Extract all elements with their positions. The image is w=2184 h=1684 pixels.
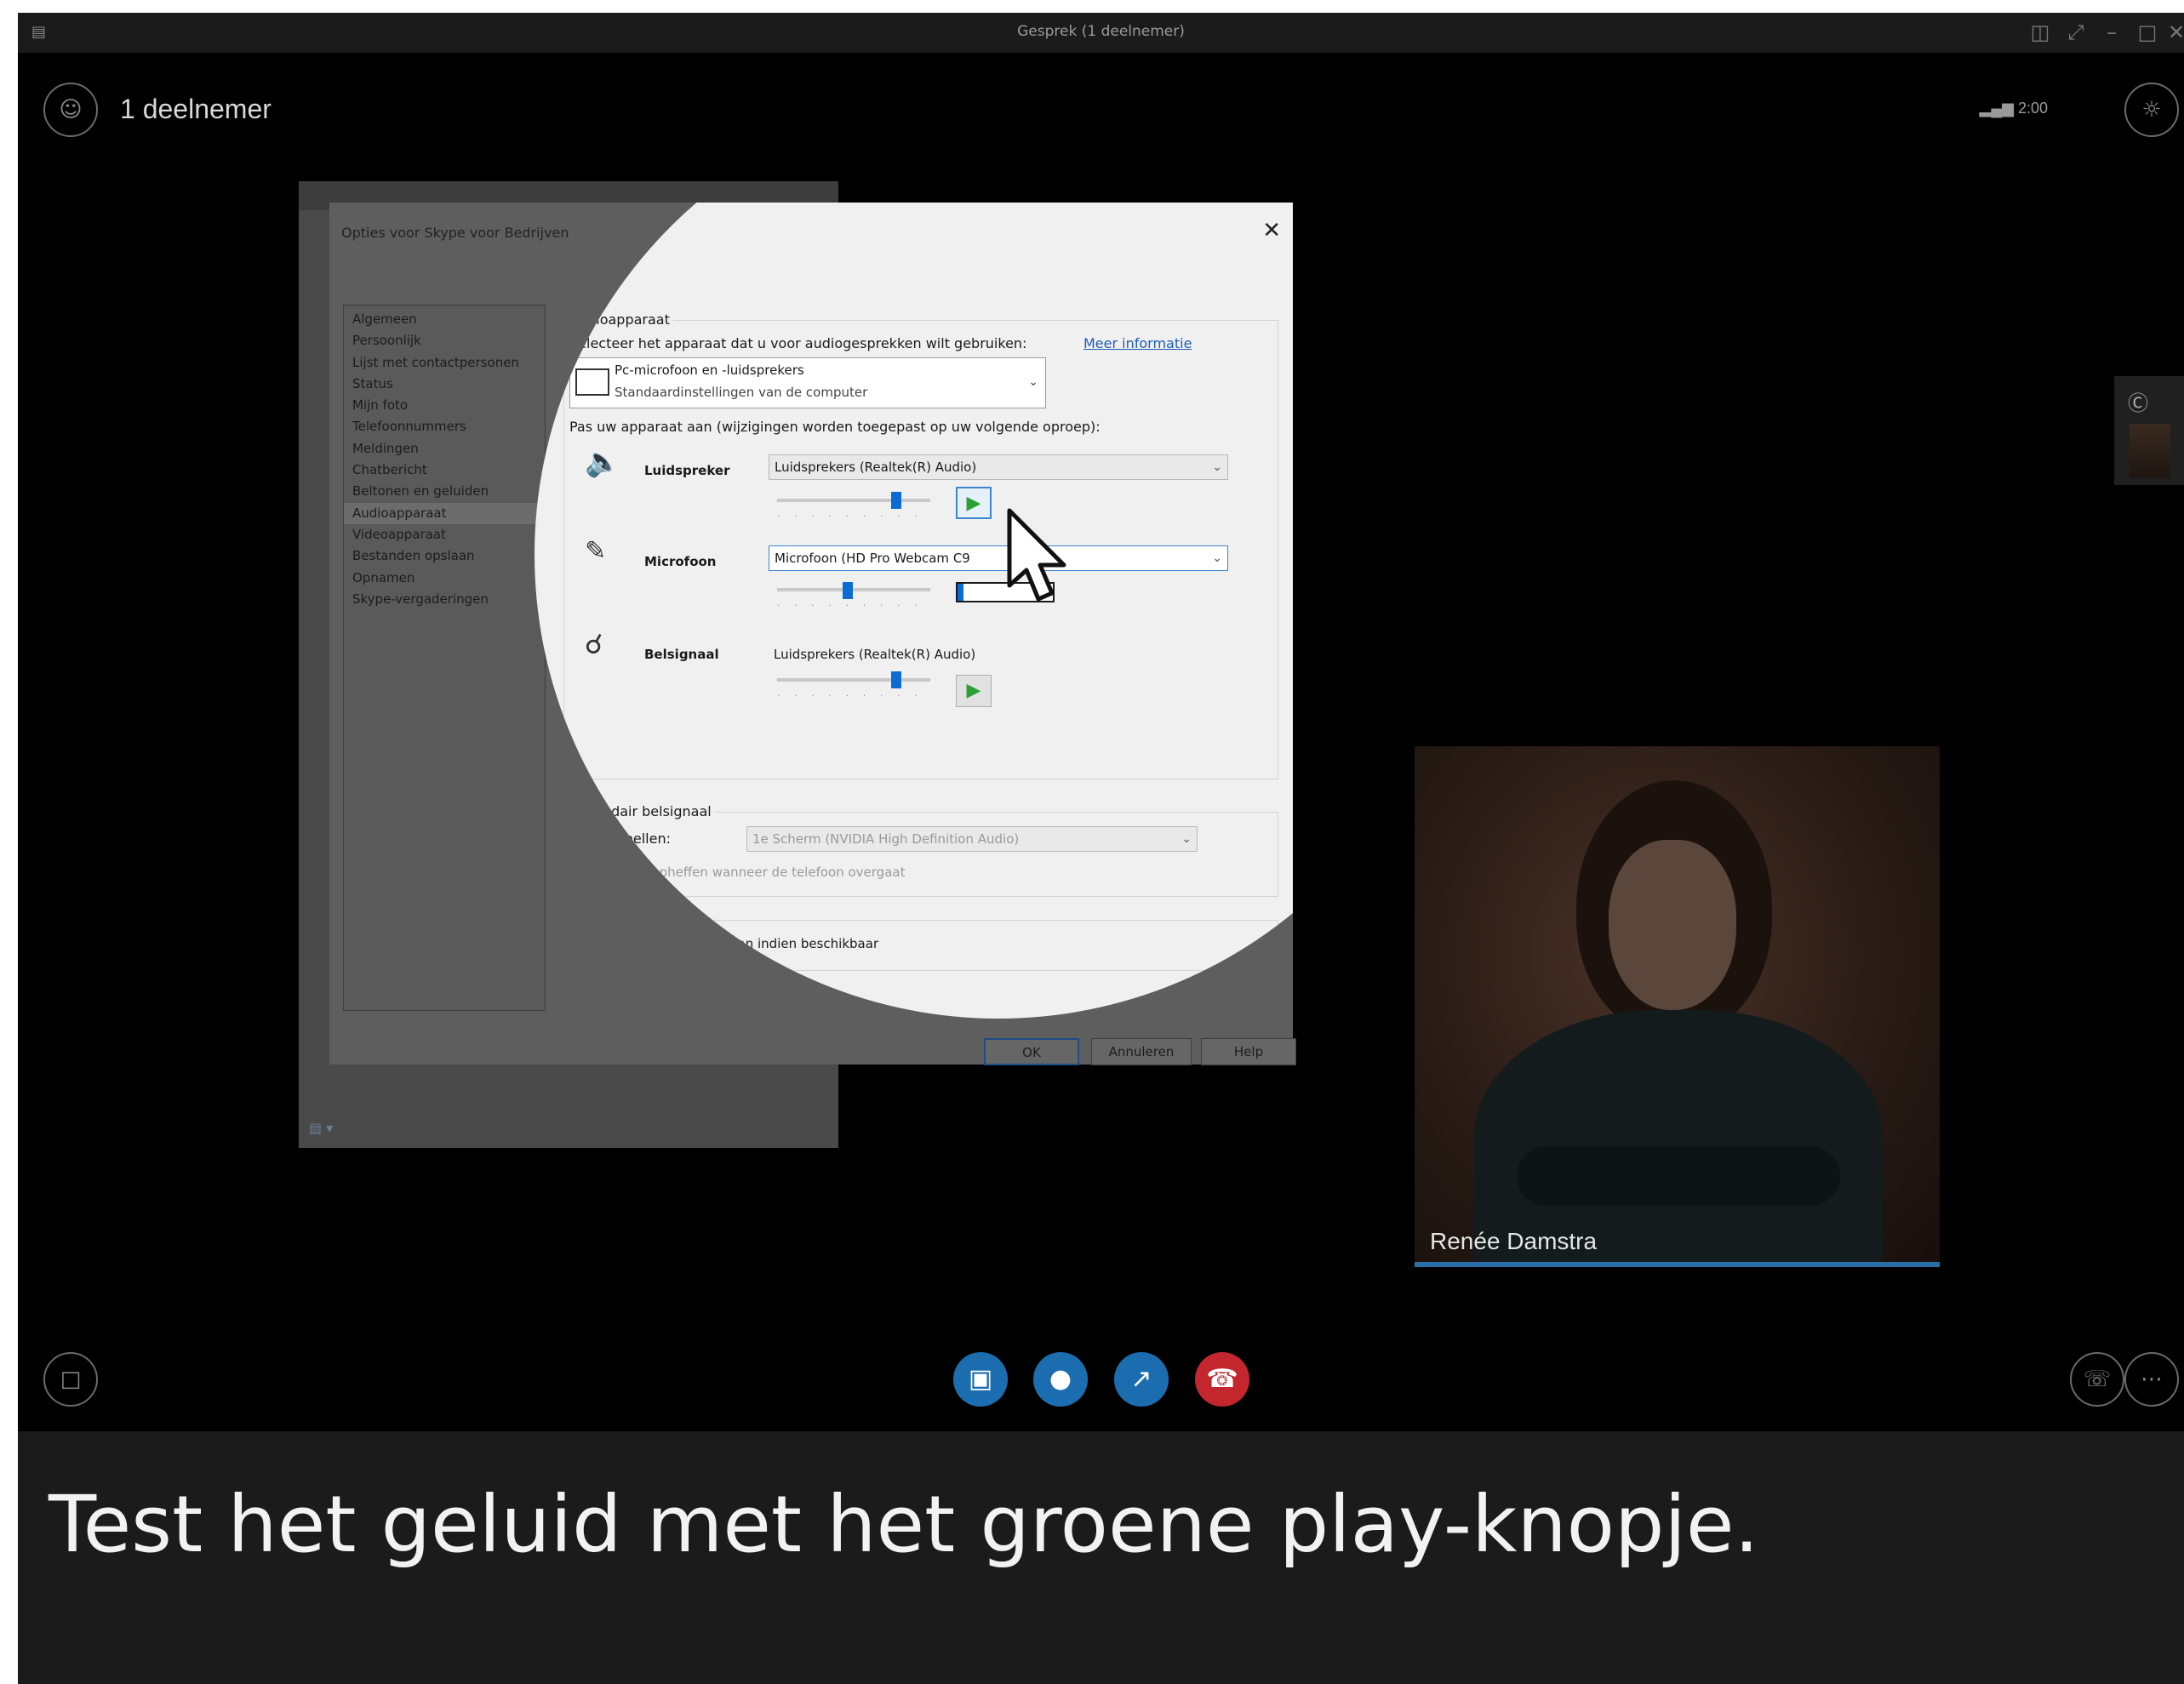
microphone-volume-slider[interactable]: [842, 582, 853, 599]
participants-icon[interactable]: ☺: [43, 83, 98, 137]
window-title: Gesprek (1 deelnemer): [1017, 23, 1185, 40]
customize-text: Pas uw apparaat aan (wijzigingen worden …: [569, 419, 1101, 435]
self-thumbnail: [2130, 424, 2170, 478]
video-button[interactable]: ▣: [953, 1352, 1008, 1407]
ringer-label: Belsignaal: [644, 647, 719, 662]
ok-button[interactable]: OK: [984, 1038, 1079, 1065]
speaker-volume-slider[interactable]: [891, 492, 902, 509]
call-controls-icon[interactable]: ☏: [2070, 1352, 2124, 1407]
category-item[interactable]: Meldingen: [344, 438, 545, 460]
category-item[interactable]: Skype-vergaderingen: [344, 589, 545, 610]
title-bar: ▤ Gesprek (1 deelnemer) ◫ ⤢ – □ ✕: [18, 13, 2184, 53]
share-screen-icon: ↗: [1130, 1364, 1152, 1394]
share-screen-button[interactable]: ↗: [1114, 1352, 1169, 1407]
minimize-button[interactable]: –: [2095, 20, 2128, 44]
bell-icon: ☌: [585, 628, 603, 660]
spotlight: ✕ Audioapparaat Selecteer het apparaat d…: [535, 91, 1462, 1019]
speaker-icon: 🔈: [585, 445, 621, 479]
stereo-group-label: Stereo afspelen: [569, 911, 680, 928]
category-item[interactable]: Mijn foto: [344, 395, 545, 416]
microphone-select[interactable]: Microfoon (HD Pro Webcam C9 ⌄: [769, 545, 1228, 571]
chevron-down-icon: ⌄: [1212, 460, 1222, 474]
speaker-play-button[interactable]: ▶: [956, 487, 992, 519]
signal-quality: ▂▄▆ 2:00: [1979, 100, 2048, 117]
play-icon: ▶: [966, 680, 981, 701]
category-item[interactable]: Status: [344, 374, 545, 395]
close-icon[interactable]: ✕: [1262, 218, 1281, 243]
device-name: Pc-microfoon en -luidsprekers: [615, 362, 804, 378]
speaker-volume-track: [777, 499, 930, 502]
call-settings-icon[interactable]: ☼: [2124, 83, 2179, 137]
microphone-button[interactable]: ●: [1033, 1352, 1088, 1407]
category-item[interactable]: Persoonlijk: [344, 330, 545, 351]
chat-icon[interactable]: □: [43, 1352, 98, 1407]
roster-tab[interactable]: Ⓒ: [2114, 376, 2184, 485]
also-ring-label: Ook bellen:: [593, 831, 671, 847]
chevron-down-icon: ⌄: [1181, 832, 1192, 846]
chevron-down-icon: ⌄: [1212, 551, 1222, 565]
category-item[interactable]: Opnamen: [344, 568, 545, 589]
caption-text: Test het geluid met het groene play-knop…: [49, 1479, 1759, 1570]
also-ring-checkbox[interactable]: [572, 831, 587, 846]
audio-device-select[interactable]: Pc-microfoon en -luidsprekers Standaardi…: [569, 357, 1046, 408]
video-icon: ▣: [968, 1364, 993, 1394]
chevron-down-icon: ⌄: [1028, 375, 1038, 389]
computer-audio-icon: [575, 368, 609, 396]
microphone-label: Microfoon: [644, 554, 717, 569]
unmute-label: Dempen opheffen wanneer de telefoon over…: [593, 865, 906, 880]
ringer-device: Luidsprekers (Realtek(R) Audio): [774, 647, 976, 662]
category-item[interactable]: Beltonen en geluiden: [344, 481, 545, 502]
remote-video: Renée Damstra: [1415, 746, 1940, 1267]
hangup-button[interactable]: ☎: [1195, 1352, 1249, 1407]
category-item[interactable]: Telefoonnummers: [344, 416, 545, 437]
device-subtitle: Standaardinstellingen van de computer: [615, 385, 868, 400]
hangup-icon: ☎: [1206, 1364, 1238, 1394]
more-info-link[interactable]: Meer informatie: [1083, 335, 1192, 351]
category-list: Algemeen Persoonlijk Lijst met contactpe…: [343, 305, 546, 1011]
category-item[interactable]: Lijst met contactpersonen: [344, 352, 545, 374]
stereo-checkbox[interactable]: ✓: [572, 936, 587, 951]
microphone-icon: ●: [1049, 1364, 1072, 1394]
layout-icon[interactable]: ◫: [2024, 20, 2056, 44]
remote-speaking-bar: [1415, 1262, 1940, 1267]
play-icon: ▶: [966, 493, 981, 514]
category-item[interactable]: Bestanden opslaan: [344, 545, 545, 567]
speaker-select[interactable]: Luidsprekers (Realtek(R) Audio) ⌄: [769, 454, 1228, 480]
cancel-button[interactable]: Annuleren: [1091, 1038, 1192, 1065]
more-options-icon[interactable]: ⋯: [2124, 1352, 2179, 1407]
ringer-volume-track: [777, 678, 930, 682]
mouse-pointer-icon: [1007, 508, 1066, 602]
maximize-button[interactable]: □: [2131, 20, 2164, 44]
skype-status-icon[interactable]: ▤ ▾: [309, 1120, 333, 1136]
unmute-checkbox[interactable]: [572, 865, 587, 880]
signal-icon: ▂▄▆: [1979, 100, 2014, 117]
secondary-ringer-label: Secundair belsignaal: [569, 803, 715, 819]
microphone-volume-track: [777, 588, 930, 591]
caption-bar: Test het geluid met het groene play-knop…: [18, 1431, 2184, 1684]
category-item[interactable]: Videoapparaat: [344, 524, 545, 545]
ringer-play-button[interactable]: ▶: [956, 675, 992, 707]
stereo-checkbox-label: Stereo afspelen toestaan indien beschikb…: [593, 936, 879, 951]
microphone-icon: ✎: [585, 536, 607, 566]
ringer-volume-slider[interactable]: [891, 671, 902, 688]
select-device-text: Selecteer het apparaat dat u voor audiog…: [569, 335, 1027, 351]
audio-group-label: Audioapparaat: [569, 311, 673, 328]
fullscreen-icon[interactable]: ⤢: [2060, 20, 2092, 44]
category-item-selected[interactable]: Audioapparaat: [344, 502, 545, 524]
close-button[interactable]: ✕: [2160, 20, 2184, 44]
category-item[interactable]: Algemeen: [344, 309, 545, 330]
also-ring-select[interactable]: 1e Scherm (NVIDIA High Definition Audio)…: [746, 826, 1198, 852]
speaker-label: Luidspreker: [644, 463, 730, 478]
help-button[interactable]: Help: [1201, 1038, 1296, 1065]
skype-icon: Ⓒ: [2128, 391, 2148, 415]
remote-participant-name: Renée Damstra: [1430, 1228, 1598, 1254]
participants-count: 1 deelnemer: [120, 94, 272, 124]
category-item[interactable]: Chatbericht: [344, 460, 545, 481]
